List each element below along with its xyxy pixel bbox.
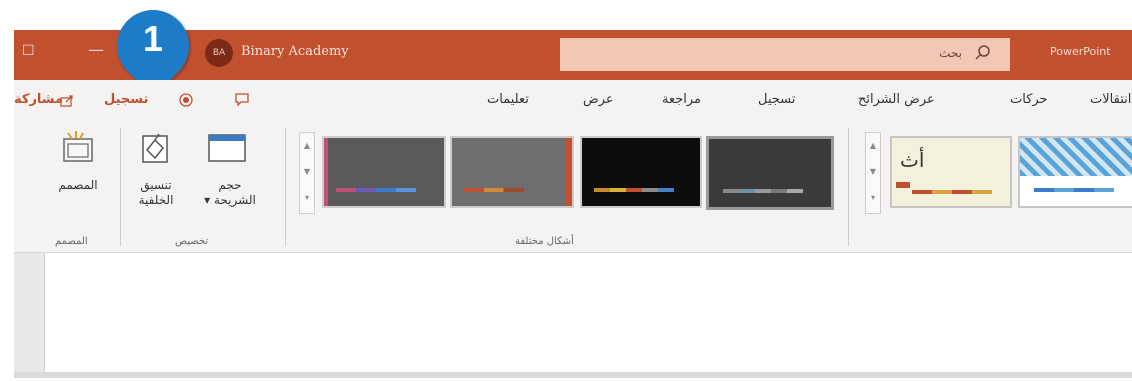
tab-recording[interactable]: تسجيل	[758, 92, 795, 107]
minimize-window-icon[interactable]: —	[88, 40, 104, 59]
group-divider	[285, 128, 286, 246]
designer-icon	[63, 131, 93, 162]
theme-thumbnail[interactable]	[1018, 136, 1132, 208]
gallery-more-icon[interactable]: ▾	[300, 185, 314, 211]
format-background-label-line1: تنسيق	[140, 178, 172, 192]
status-edge	[14, 372, 1132, 378]
restore-window-icon[interactable]: ☐	[22, 43, 35, 59]
record-button[interactable]: تسجيل	[104, 92, 148, 107]
slide-canvas[interactable]	[14, 253, 1132, 375]
group-divider	[120, 128, 121, 246]
tab-transitions[interactable]: انتقالات	[1090, 92, 1131, 107]
slide-size-label-line2: الشريحة ▾	[204, 193, 256, 207]
group-divider	[848, 128, 849, 246]
scroll-up-icon[interactable]: ▲	[866, 133, 880, 159]
gallery-more-icon[interactable]: ▾	[866, 185, 880, 211]
designer-button[interactable]: المصمم	[50, 178, 106, 193]
tab-view[interactable]: عرض	[583, 92, 614, 107]
format-background-label-line2: الخلفية	[138, 193, 174, 207]
record-dot-icon	[179, 93, 193, 107]
theme-preview-text: أث	[900, 148, 925, 172]
variants-gallery-scroll[interactable]: ▲ ▼ ▾	[299, 132, 315, 214]
tab-slideshow[interactable]: عرض الشرائح	[858, 92, 935, 107]
scroll-down-icon[interactable]: ▼	[300, 159, 314, 185]
slide-size-label-line1: حجم	[218, 178, 242, 192]
callout-number: 1	[142, 18, 164, 59]
customize-group-label: تخصيص	[175, 236, 209, 247]
themes-gallery-scroll[interactable]: ▲ ▼ ▾	[865, 132, 881, 214]
share-button[interactable]: مشاركة	[14, 92, 63, 107]
slide-size-button[interactable]: حجم الشريحة ▾	[196, 178, 264, 208]
search-input[interactable]: بحث	[560, 38, 1010, 71]
designer-group-label: المصمم	[55, 236, 88, 247]
variant-thumbnail[interactable]	[450, 136, 574, 208]
format-background-icon	[142, 133, 168, 163]
variants-group-label: أشكال مختلفة	[515, 236, 574, 247]
tab-animations[interactable]: حركات	[1010, 92, 1048, 107]
tab-review[interactable]: مراجعة	[662, 92, 701, 107]
slide-size-icon	[208, 134, 246, 162]
account-name[interactable]: Binary Academy	[241, 44, 349, 59]
search-placeholder: بحث	[939, 46, 962, 60]
format-background-button[interactable]: تنسيق الخلفية	[128, 178, 184, 208]
variant-thumbnail-selected[interactable]	[706, 136, 834, 210]
theme-thumbnail[interactable]: أث	[890, 136, 1012, 208]
variant-thumbnail[interactable]	[322, 136, 446, 208]
variant-thumbnail[interactable]	[580, 136, 702, 208]
tab-help[interactable]: تعليمات	[487, 92, 529, 107]
avatar[interactable]: BA	[205, 39, 233, 67]
scroll-up-icon[interactable]: ▲	[300, 133, 314, 159]
comment-icon[interactable]	[234, 92, 250, 107]
scroll-down-icon[interactable]: ▼	[866, 159, 880, 185]
search-icon	[975, 45, 990, 60]
app-name: PowerPoint	[1050, 45, 1111, 58]
slide-thumbnail-pane[interactable]	[14, 253, 45, 375]
